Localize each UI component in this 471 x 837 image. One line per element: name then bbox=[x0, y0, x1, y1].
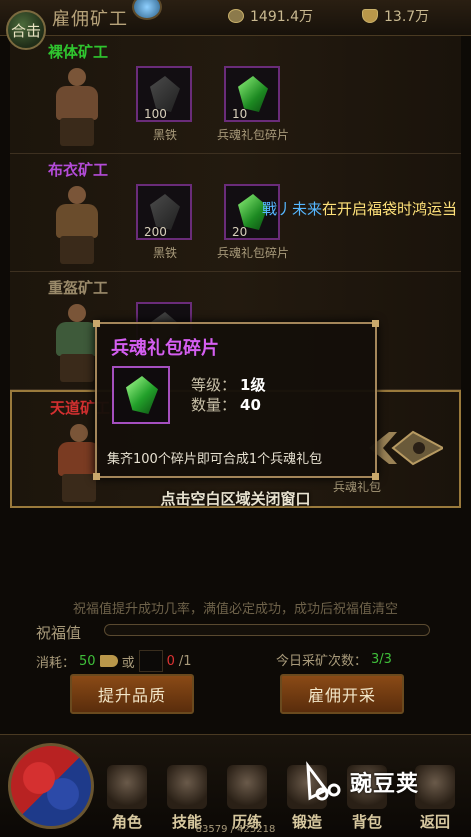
cost-amount: 50 bbox=[79, 653, 96, 669]
worker-name: 布衣矿工 bbox=[48, 161, 109, 179]
worker-portrait bbox=[32, 64, 124, 148]
horn-icon bbox=[99, 655, 118, 667]
gold-amount: 1491.4万 bbox=[250, 9, 313, 25]
close-hint[interactable]: 点击空白区域关闭窗口 bbox=[0, 488, 471, 509]
ingot-counter: 13.7万 bbox=[362, 6, 429, 26]
material-qty: 100 bbox=[144, 107, 167, 121]
ingot-amount: 13.7万 bbox=[384, 9, 430, 25]
broadcast-message: 在开启福袋时鸿运当 bbox=[322, 200, 458, 218]
daily-value: 3/3 bbox=[371, 652, 392, 667]
green-crystal-icon bbox=[126, 376, 158, 414]
material-label: 兵魂礼包碎片 bbox=[216, 128, 289, 142]
skill-icon bbox=[167, 765, 207, 809]
material-qty: 20 bbox=[232, 225, 248, 239]
combo-attack-button[interactable]: 合击 bbox=[6, 10, 46, 50]
daily-label: 今日采矿次数： bbox=[276, 654, 368, 669]
tooltip-description: 集齐100个碎片即可合成1个兵魂礼包 bbox=[107, 452, 323, 467]
tooltip-quantity: 数量： 40 bbox=[191, 394, 261, 415]
watermark: 豌豆荚 bbox=[300, 760, 419, 804]
cost-or: 或 bbox=[121, 655, 135, 671]
upgrade-quality-button[interactable]: 提升品质 bbox=[70, 674, 194, 714]
material-qty: 200 bbox=[144, 225, 167, 239]
worker-portrait bbox=[32, 182, 124, 266]
worker-card-naked[interactable]: 裸体矿工 100 黑铁 10 兵魂礼包碎片 bbox=[10, 36, 461, 154]
level-value: 1级 bbox=[240, 376, 266, 394]
cost-have: 0 bbox=[166, 653, 175, 669]
watermark-text: 豌豆荚 bbox=[350, 772, 420, 797]
bless-label: 祝福值 bbox=[36, 624, 82, 642]
material-slot-fragment[interactable]: 10 bbox=[224, 66, 280, 122]
system-broadcast: 戰丿未来在开启福袋时鸿运当 bbox=[262, 198, 457, 219]
cost-row: 消耗： 50 或 0/1 bbox=[36, 650, 192, 672]
bless-description: 祝福值提升成功几率，满值必定成功，成功后祝福值清空 bbox=[72, 602, 398, 617]
material-slot-iron[interactable]: 100 bbox=[136, 66, 192, 122]
role-icon bbox=[107, 765, 147, 809]
item-tooltip: 兵魂礼包碎片 等级： 1级 数量： 40 集齐100个碎片即可合成1个兵魂礼包 bbox=[93, 320, 379, 480]
material-label: 黑铁 bbox=[152, 128, 177, 142]
train-icon bbox=[227, 765, 267, 809]
tooltip-title: 兵魂礼包碎片 bbox=[111, 338, 219, 359]
tooltip-level: 等级： 1级 bbox=[191, 374, 265, 395]
cost-label: 消耗： bbox=[36, 655, 76, 671]
worker-name: 裸体矿工 bbox=[48, 43, 109, 61]
exp-readout: 83579 / 425218 bbox=[195, 824, 276, 835]
cost-need: /1 bbox=[178, 653, 192, 669]
tooltip-item-slot bbox=[112, 366, 170, 424]
worker-name: 重盔矿工 bbox=[48, 279, 109, 297]
qty-label: 数量： bbox=[191, 396, 237, 414]
bless-progress-bar bbox=[104, 624, 430, 636]
top-bar: 雇佣矿工 1491.4万 13.7万 bbox=[0, 0, 471, 36]
pet-icon[interactable] bbox=[132, 0, 162, 20]
material-qty: 10 bbox=[232, 107, 248, 121]
arrow-ornament-icon bbox=[369, 430, 443, 466]
cost-item-slot[interactable] bbox=[138, 650, 163, 672]
back-icon bbox=[415, 765, 455, 809]
page-title: 雇佣矿工 bbox=[52, 9, 128, 30]
coin-icon bbox=[228, 9, 244, 23]
wandoujia-logo-icon bbox=[306, 761, 341, 801]
gold-counter: 1491.4万 bbox=[228, 6, 313, 26]
material-slot-iron[interactable]: 200 bbox=[136, 184, 192, 240]
level-label: 等级： bbox=[191, 376, 237, 394]
broadcast-player: 戰丿未来 bbox=[262, 200, 323, 218]
material-label: 兵魂礼包碎片 bbox=[216, 246, 289, 260]
material-label: 黑铁 bbox=[152, 246, 177, 260]
qty-value: 40 bbox=[240, 396, 261, 414]
hire-mining-button[interactable]: 雇佣开采 bbox=[280, 674, 404, 714]
taiji-menu-icon[interactable] bbox=[8, 743, 94, 829]
daily-mining-count: 今日采矿次数： 3/3 bbox=[276, 650, 392, 669]
ingot-icon bbox=[362, 9, 378, 23]
